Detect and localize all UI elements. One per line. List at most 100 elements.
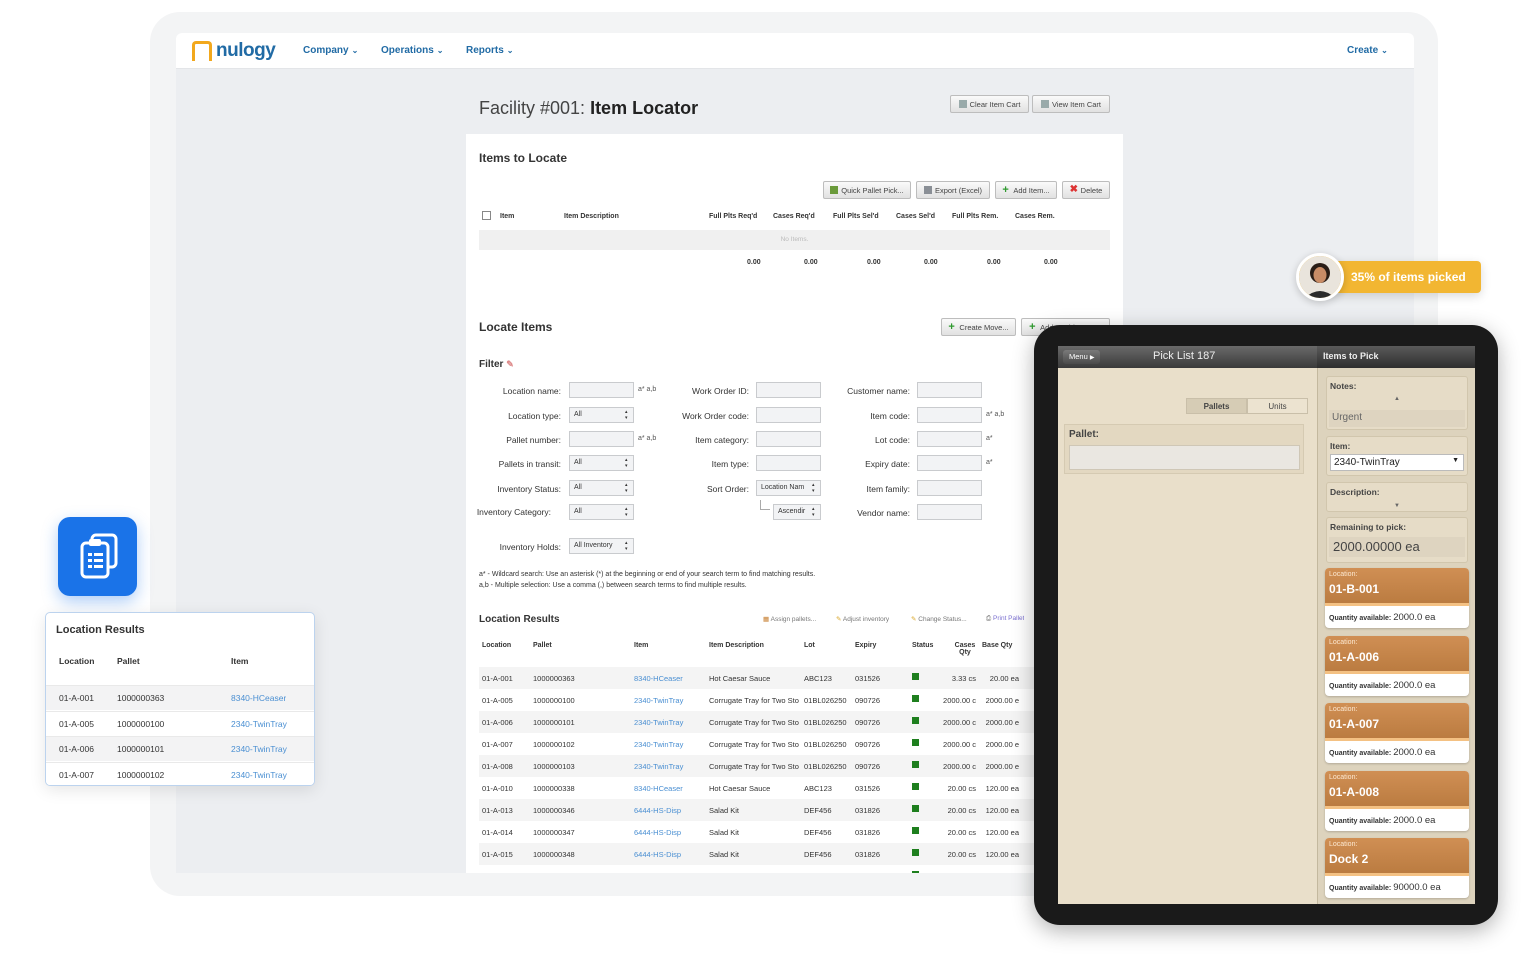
location-header: Location: 01-A-006 <box>1325 635 1469 674</box>
pick-location-card[interactable]: Location: Dock 2 Quantity available: 90000… <box>1325 838 1469 898</box>
item-link[interactable]: 2340-TwinTray <box>231 719 287 729</box>
menu-button[interactable]: Menu ▶ <box>1063 350 1101 364</box>
cart-icon <box>958 100 967 108</box>
pallet-input[interactable] <box>1069 445 1300 470</box>
nav-company[interactable]: Company ⌄ <box>303 45 358 56</box>
filter-input[interactable] <box>756 382 821 398</box>
col-item-description: Item Description <box>564 213 619 220</box>
filter-input[interactable] <box>917 382 982 398</box>
add-item-button[interactable]: + Add Item... <box>995 181 1057 199</box>
table-cell: 01BL026250 <box>804 718 847 727</box>
chevron-down-icon: ⌄ <box>436 46 444 55</box>
filter-input[interactable] <box>569 382 634 398</box>
nulogy-logo[interactable]: nulogy <box>192 40 276 62</box>
adjust-inventory-action[interactable]: ✎ Adjust inventory <box>836 615 889 623</box>
tab-pallets[interactable]: Pallets <box>1186 398 1247 414</box>
table-cell: 2000.00 c <box>943 740 976 749</box>
filter-input[interactable] <box>917 407 982 423</box>
pick-location-card[interactable]: Location: 01-B-001 Quantity available: 200… <box>1325 568 1469 628</box>
filter-input[interactable] <box>917 431 982 447</box>
top-navigation: nulogy Company ⌄ Operations ⌄ Reports ⌄ Cre… <box>176 33 1414 69</box>
item-link[interactable]: 2340-TwinTray <box>634 696 706 705</box>
eraser-icon[interactable]: ✎ <box>506 359 514 369</box>
clear-item-cart-button[interactable]: Clear Item Cart <box>950 95 1029 113</box>
status-indicator <box>912 805 919 812</box>
table-cell: 2000.00 e <box>985 740 1019 749</box>
filter-select[interactable]: All <box>569 455 634 471</box>
collapse-up-icon[interactable]: ▲ <box>1327 396 1467 402</box>
filter-input[interactable] <box>917 480 982 496</box>
pick-location-card[interactable]: Location: 01-A-006 Quantity available: 200… <box>1325 635 1469 696</box>
filter-input[interactable] <box>756 431 821 447</box>
item-link[interactable]: 8340-HCeaser <box>634 674 706 683</box>
item-link[interactable]: 2340-TwinTray <box>231 744 287 754</box>
quick-pallet-pick-button[interactable]: Quick Pallet Pick... <box>823 181 911 199</box>
nav-create[interactable]: Create ⌄ <box>1347 45 1388 56</box>
item-link[interactable]: 8340-HCeaser <box>231 693 286 703</box>
item-link[interactable]: 2340-TwinTray <box>231 770 287 780</box>
delete-x-icon: ✖ <box>1069 184 1079 195</box>
export-excel-button[interactable]: Export (Excel) <box>916 181 990 199</box>
filter-label: Item family: <box>866 484 910 494</box>
expand-down-icon[interactable]: ▼ <box>1327 503 1467 509</box>
filter-label: Inventory Holds: <box>499 542 561 552</box>
table-cell: 01-A-001 <box>59 693 94 703</box>
filter-input[interactable] <box>756 455 821 471</box>
logo-text: nulogy <box>216 40 276 61</box>
item-link[interactable]: 6444-HS-Disp <box>634 828 706 837</box>
logo-mark-icon <box>192 41 212 61</box>
table-cell: 20.00 cs <box>947 828 976 837</box>
item-link[interactable]: 2340-TwinTray <box>634 740 706 749</box>
nav-operations[interactable]: Operations ⌄ <box>381 45 444 56</box>
view-item-cart-button[interactable]: View Item Cart <box>1032 95 1110 113</box>
col-status: Status <box>912 642 934 649</box>
pick-location-card[interactable]: Location: 01-A-008 Quantity available: 200… <box>1325 770 1469 831</box>
filter-input[interactable] <box>756 407 821 423</box>
filter-input[interactable] <box>917 504 982 520</box>
create-move-button[interactable]: + Create Move... <box>941 318 1016 336</box>
print-pallet-action[interactable]: ⎙ Print Pallet <box>986 615 1024 623</box>
delete-button[interactable]: ✖ Delete <box>1062 181 1110 199</box>
table-cell: 120.00 ea <box>985 828 1019 837</box>
item-box: Item: 2340-TwinTray ▼ <box>1326 436 1468 476</box>
item-link[interactable]: 6444-HS-Disp <box>634 806 706 815</box>
tab-units[interactable]: Units <box>1247 398 1308 414</box>
sort-direction-select[interactable]: Ascendir <box>773 504 821 520</box>
quantity-label: Quantity available: <box>1329 750 1392 757</box>
filter-select[interactable]: All <box>569 504 634 520</box>
location-name: Dock 2 <box>1329 852 1369 866</box>
clipboard-app-icon <box>58 517 137 596</box>
nav-operations-label: Operations <box>381 45 434 56</box>
location-stripe <box>1325 873 1469 876</box>
printer-icon: ⎙ <box>986 615 992 622</box>
item-link[interactable]: 8340-HCeaser <box>634 784 706 793</box>
filter-input[interactable] <box>917 455 982 471</box>
pallet-label: Pallet: <box>1069 429 1100 440</box>
table-cell: 01-A-005 <box>59 718 94 729</box>
filter-select[interactable]: All <box>569 407 634 423</box>
location-label: Location: <box>1329 706 1358 713</box>
filter-select[interactable]: All <box>569 480 634 496</box>
item-link[interactable]: 2340-TwinTray <box>634 718 706 727</box>
item-link[interactable]: 3489-PCracker-250 <box>634 872 706 873</box>
filter-label: Inventory Category: <box>476 507 551 517</box>
quantity-available: Quantity available: 2000.0 ea <box>1329 815 1435 826</box>
filter-select[interactable]: All Inventory <box>569 538 634 554</box>
remaining-value: 2000.00000 ea <box>1329 537 1465 557</box>
table-cell: 01BL026250 <box>804 762 847 771</box>
create-move-label: Create Move... <box>959 322 1009 332</box>
assign-pallets-label: Assign pallets... <box>770 616 817 623</box>
nav-reports[interactable]: Reports ⌄ <box>466 45 514 56</box>
pick-location-card[interactable]: Location: 01-A-007 Quantity available: 200… <box>1325 703 1469 763</box>
select-all-checkbox[interactable] <box>482 211 491 220</box>
item-link[interactable]: 2340-TwinTray <box>634 762 706 771</box>
filter-input[interactable] <box>569 431 634 447</box>
assign-pallets-action[interactable]: ▦ Assign pallets... <box>763 615 816 623</box>
change-status-action[interactable]: ✎ Change Status... <box>911 615 967 623</box>
col-full-plts-seld: Full Plts Sel'd <box>833 213 879 220</box>
item-link[interactable]: 6444-HS-Disp <box>634 850 706 859</box>
table-cell: Corrugate Tray for Two Sto <box>709 718 799 727</box>
sort-order-select[interactable]: Location Nam <box>756 480 821 496</box>
item-select[interactable]: 2340-TwinTray ▼ <box>1330 454 1464 471</box>
quantity-value: 90000.0 ea <box>1393 882 1441 893</box>
